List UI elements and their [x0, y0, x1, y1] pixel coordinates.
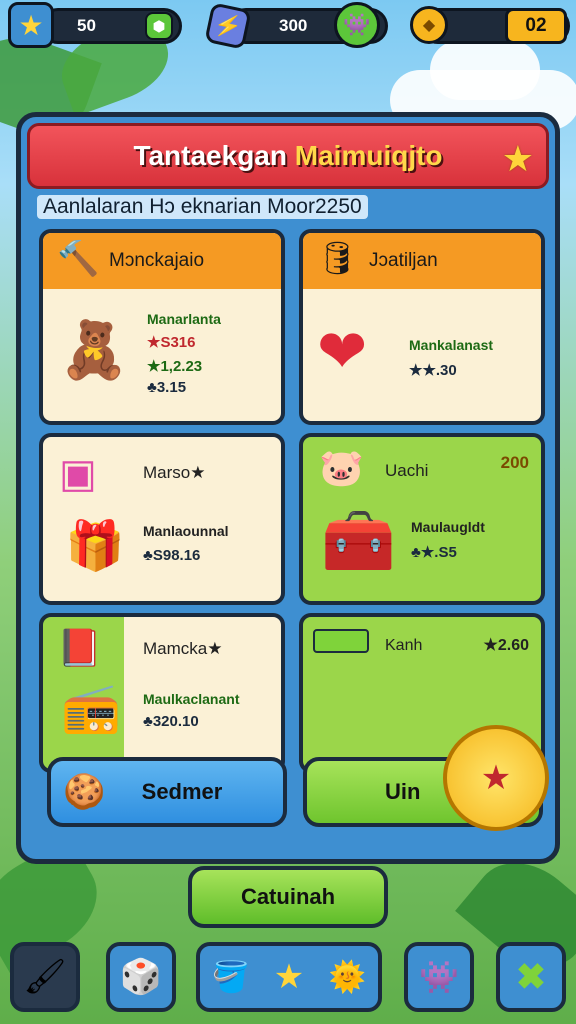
shop-card[interactable]: 📕 Mamcka★ 📻 Maulkaclanant ♣320.10 [39, 613, 285, 773]
monster-icon[interactable]: 👾 [334, 2, 380, 48]
card-header: 🛢 Jɔatiljan [303, 233, 541, 289]
nav-monster-button[interactable]: 👾 [404, 942, 474, 1012]
paintbrush-icon: 🖌 [23, 958, 67, 996]
card-title: Marso★ [143, 463, 206, 482]
barrel-icon: 🛢 [317, 240, 358, 276]
shield-icon[interactable]: ⬢ [145, 12, 173, 40]
hammer-icon: 🔨 [57, 240, 100, 278]
coin-icon: ◆ [410, 6, 448, 44]
bucket-icon[interactable]: 🪣 [212, 960, 249, 995]
panel-header: Tantaekgan Maimuiqjto ★ [27, 123, 549, 189]
left-action-label: Sedmer [141, 779, 223, 804]
sun-face-icon[interactable]: 🌞 [329, 960, 366, 995]
card-label: Manarlanta [147, 311, 221, 327]
nav-dice-button[interactable]: 🎲 [106, 942, 176, 1012]
card-price: ♣3.15 [147, 379, 187, 396]
favorite-star-icon[interactable]: ★ [502, 138, 534, 180]
shop-card[interactable]: ▣ Marso★ 🎁 Manlaounnal ♣S98.16 [39, 433, 285, 605]
box-icon: ▣ [59, 452, 97, 496]
card-label: Mankalanast [409, 337, 494, 353]
main-action-label: Catuinah [240, 884, 336, 909]
bottom-nav: 🖌 🎲 🪣 ★ 🌞 👾 ✖ [0, 938, 576, 1024]
card-price: ★★.30 [409, 362, 457, 379]
shop-card[interactable]: 🐷 Uachi 200 🧰 Maulaugldt ♣★.S5 [299, 433, 545, 605]
shop-card[interactable]: 🔨 Mɔnckajaio 🧸 Manarlanta ★S316 ★1,2.23 … [39, 229, 285, 425]
nav-paint-button[interactable]: 🖌 [10, 942, 80, 1012]
panel-title: Tantaekgan Maimuiqjto [133, 140, 442, 172]
card-price: ♣320.10 [143, 713, 199, 730]
radio-icon: 📻 [61, 682, 121, 735]
cannon-icon: 🎁 [65, 520, 125, 573]
card-header: 🔨 Mɔnckajaio [43, 233, 281, 289]
cookie-icon: 🍪 [63, 773, 106, 811]
monster-icon: 👾 [419, 959, 459, 995]
card-title: Kanh [385, 637, 423, 654]
panel-title-highlight: Maimuiqjto [294, 140, 443, 171]
bear-character-icon: 🧸 [59, 318, 129, 381]
gold-coin-reward-icon[interactable]: ★ [443, 725, 549, 831]
card-title: Mamcka★ [143, 639, 223, 658]
card-price: ♣S98.16 [143, 547, 201, 564]
card-price: ♣★.S5 [411, 544, 457, 561]
card-label: Manlaounnal [143, 523, 229, 539]
stars-value: 50 [77, 16, 96, 35]
panel-subtitle: Aanlalaran Hɔ eknarian Moor2250 [37, 195, 368, 219]
star-icon[interactable]: ★ [8, 2, 54, 48]
card-label: Maulaugldt [411, 519, 485, 535]
energy-value: 300 [279, 16, 308, 35]
main-action-button[interactable]: Catuinah [188, 866, 388, 928]
card-title: Jɔatiljan [369, 250, 438, 271]
shop-panel: Tantaekgan Maimuiqjto ★ Aanlalaran Hɔ ek… [16, 112, 560, 864]
card-price: ★S316 [147, 334, 196, 351]
panel-title-main: Tantaekgan [133, 140, 287, 171]
card-label: Maulkaclanant [143, 691, 240, 707]
treasure-chest-icon: 🧰 [321, 507, 396, 574]
dice-icon: 🎲 [119, 958, 163, 996]
card-badge: ★2.60 [483, 637, 529, 654]
right-action-label: Uin [385, 779, 421, 804]
nav-center-group[interactable]: 🪣 ★ 🌞 [196, 942, 382, 1012]
gems-value[interactable]: 02 [505, 8, 567, 44]
heart-gift-icon: ❤ [317, 318, 368, 385]
shop-card[interactable]: 🛢 Jɔatiljan ❤ Mankalanast ★★.30 [299, 229, 545, 425]
pig-face-icon: 🐷 [319, 447, 364, 488]
top-resource-bar: 50 ⬢ ★ 300 ⚡ 👾 02 ◆ [0, 0, 576, 52]
star-icon[interactable]: ★ [274, 957, 304, 997]
card-title: Uachi [385, 461, 429, 480]
nav-close-button[interactable]: ✖ [496, 942, 566, 1012]
card-title: Mɔnckajaio [109, 250, 205, 271]
stars-counter: 50 ⬢ [40, 8, 182, 44]
book-icon: 📕 [57, 627, 102, 668]
close-icon: ✖ [515, 956, 547, 997]
ticket-icon [313, 629, 369, 653]
card-price: ★1,2.23 [147, 358, 203, 375]
left-action-button[interactable]: 🍪 Sedmer [47, 757, 287, 827]
card-badge: 200 [500, 453, 529, 472]
